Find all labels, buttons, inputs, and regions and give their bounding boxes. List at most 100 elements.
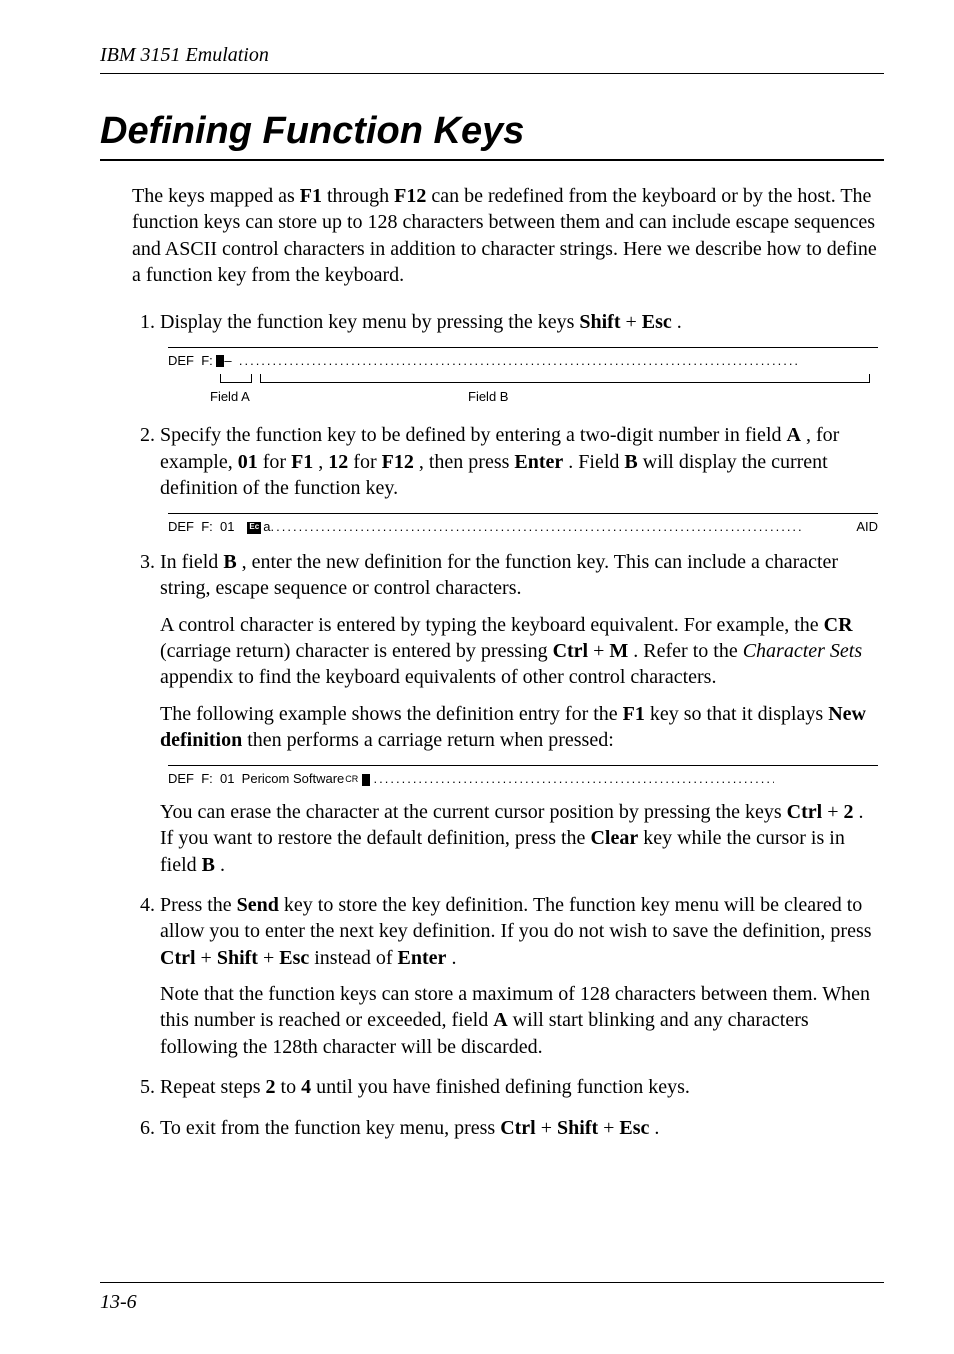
figure-prefix: DEF F: 01 bbox=[168, 520, 245, 534]
figure-def-example: DEF F: 01 Pericom Software CR ..........… bbox=[168, 765, 878, 786]
step5-text: to bbox=[281, 1076, 302, 1098]
page: IBM 3151 Emulation Defining Function Key… bbox=[0, 0, 954, 1354]
figure-line: DEF F: – ...............................… bbox=[168, 354, 878, 368]
label-field-a: Field A bbox=[210, 390, 250, 404]
figure-line: DEF F: 01 Pericom Software CR ..........… bbox=[168, 772, 878, 786]
step-2: Specify the function key to be defined b… bbox=[160, 422, 878, 534]
key-esc: Esc bbox=[279, 947, 309, 969]
step5-text: Repeat steps bbox=[160, 1076, 266, 1098]
key-f12: F12 bbox=[382, 451, 414, 473]
figure-dash: – bbox=[224, 354, 231, 368]
key-ctrl: Ctrl bbox=[787, 801, 823, 823]
char-cr: CR bbox=[824, 614, 853, 636]
step1-text: Display the function key menu by pressin… bbox=[160, 311, 579, 333]
escape-char-icon: Ec bbox=[247, 522, 261, 534]
key-shift: Shift bbox=[217, 947, 258, 969]
figure-prefix: DEF F: bbox=[168, 354, 216, 368]
step4-text: instead of bbox=[314, 947, 397, 969]
figure-rule bbox=[168, 513, 878, 514]
key-shift: Shift bbox=[557, 1117, 598, 1139]
step6-text: . bbox=[654, 1117, 659, 1139]
cursor-icon bbox=[216, 355, 224, 367]
step3-text: key so that it displays bbox=[650, 703, 828, 725]
key-shift: Shift bbox=[579, 311, 620, 333]
step4-text: + bbox=[263, 947, 279, 969]
cr-superscript-icon: CR bbox=[345, 775, 358, 785]
figure-dots: ........................................… bbox=[271, 520, 801, 534]
example-12: 12 bbox=[328, 451, 348, 473]
key-send: Send bbox=[237, 894, 279, 916]
step3-text: (carriage return) character is entered b… bbox=[160, 640, 553, 662]
example-01: 01 bbox=[238, 451, 258, 473]
field-a: A bbox=[787, 424, 801, 446]
step2-text: for bbox=[353, 451, 381, 473]
bracket-field-b bbox=[260, 374, 870, 383]
field-b: B bbox=[624, 451, 637, 473]
key-f1: F1 bbox=[623, 703, 645, 725]
figure-dots: ........................................… bbox=[239, 354, 799, 368]
figure-line: DEF F: 01 Ec a .........................… bbox=[168, 520, 878, 534]
step3-text: The following example shows the definiti… bbox=[160, 703, 623, 725]
step6-text: + bbox=[541, 1117, 557, 1139]
steps-list: Display the function key menu by pressin… bbox=[132, 309, 878, 1141]
key-2: 2 bbox=[843, 801, 853, 823]
figure-rule bbox=[168, 347, 878, 348]
key-enter: Enter bbox=[398, 947, 447, 969]
step5-text: until you have finished defining functio… bbox=[316, 1076, 690, 1098]
page-title: Defining Function Keys bbox=[100, 110, 884, 161]
step6-text: + bbox=[603, 1117, 619, 1139]
step2-text: Specify the function key to be defined b… bbox=[160, 424, 787, 446]
step2-text: for bbox=[263, 451, 291, 473]
intro-key-f12: F12 bbox=[394, 185, 426, 207]
cursor-icon bbox=[362, 774, 370, 786]
page-number: 13-6 bbox=[100, 1291, 884, 1314]
key-clear: Clear bbox=[590, 827, 638, 849]
step-4: Press the Send key to store the key defi… bbox=[160, 892, 878, 1060]
running-head: IBM 3151 Emulation bbox=[100, 44, 884, 74]
figure-after-ec: a bbox=[263, 520, 270, 534]
step4-text: + bbox=[201, 947, 217, 969]
step1-text: + bbox=[626, 311, 642, 333]
step4-text: Press the bbox=[160, 894, 237, 916]
step-6: To exit from the function key menu, pres… bbox=[160, 1115, 878, 1141]
step3-text: , enter the new definition for the funct… bbox=[160, 551, 838, 599]
key-esc: Esc bbox=[642, 311, 672, 333]
intro-text: through bbox=[327, 185, 394, 207]
step-1: Display the function key menu by pressin… bbox=[160, 309, 878, 409]
step2-text: , then press bbox=[419, 451, 515, 473]
intro-paragraph: The keys mapped as F1 through F12 can be… bbox=[132, 183, 878, 289]
key-f1: F1 bbox=[291, 451, 313, 473]
step-5: Repeat steps 2 to 4 until you have finis… bbox=[160, 1074, 878, 1100]
step3-text: . bbox=[220, 854, 225, 876]
page-footer: 13-6 bbox=[100, 1282, 884, 1314]
step1-text: . bbox=[677, 311, 682, 333]
key-ctrl: Ctrl bbox=[160, 947, 196, 969]
figure-labels: Field A Field B bbox=[168, 390, 878, 408]
step3-text: A control character is entered by typing… bbox=[160, 614, 824, 636]
step3-text: + bbox=[827, 801, 843, 823]
figure-text: DEF F: 01 Pericom Software bbox=[168, 772, 344, 786]
appendix-ref: Character Sets bbox=[743, 640, 862, 662]
field-b: B bbox=[202, 854, 215, 876]
step3-text: appendix to find the keyboard equivalent… bbox=[160, 666, 716, 688]
content: The keys mapped as F1 through F12 can be… bbox=[132, 165, 878, 1151]
step3-text: . Refer to the bbox=[633, 640, 742, 662]
step3-text: You can erase the character at the curre… bbox=[160, 801, 787, 823]
key-ctrl: Ctrl bbox=[500, 1117, 536, 1139]
step3-text: + bbox=[593, 640, 609, 662]
step2-text: . Field bbox=[568, 451, 624, 473]
step-3: In field B , enter the new definition fo… bbox=[160, 549, 878, 878]
step3-text: In field bbox=[160, 551, 223, 573]
field-a: A bbox=[493, 1009, 507, 1031]
key-esc: Esc bbox=[619, 1117, 649, 1139]
step-ref-4: 4 bbox=[301, 1076, 311, 1098]
key-enter: Enter bbox=[514, 451, 563, 473]
label-field-b: Field B bbox=[468, 390, 508, 404]
step2-text: , bbox=[318, 451, 328, 473]
key-m: M bbox=[609, 640, 628, 662]
field-b: B bbox=[223, 551, 236, 573]
intro-key-f1: F1 bbox=[300, 185, 322, 207]
figure-aid-label: AID bbox=[844, 520, 878, 534]
step4-text: . bbox=[451, 947, 456, 969]
figure-def-menu-01: DEF F: 01 Ec a .........................… bbox=[168, 513, 878, 534]
